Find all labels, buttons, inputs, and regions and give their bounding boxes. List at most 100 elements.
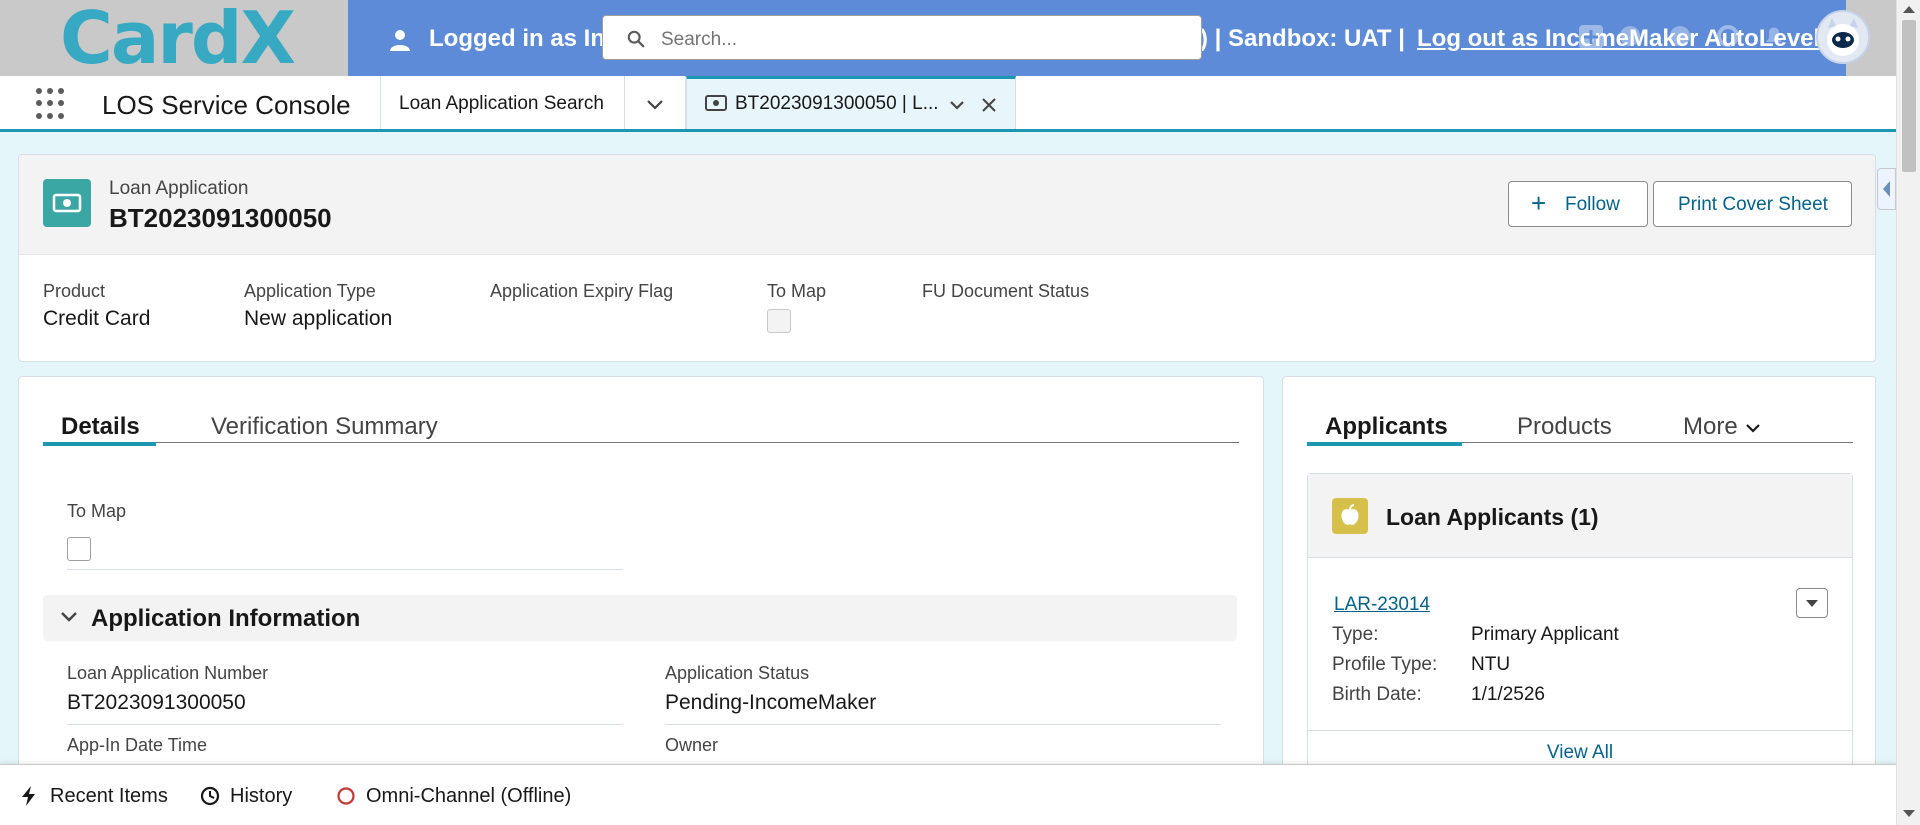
tab-details[interactable]: Details	[61, 413, 140, 441]
applicant-record-link[interactable]: LAR-23014	[1334, 594, 1430, 616]
tab-more[interactable]: More	[1683, 413, 1760, 441]
lightning-icon	[22, 786, 35, 806]
setup-gear-icon[interactable]	[1714, 22, 1742, 50]
related-tabset: Applicants Products More	[1307, 401, 1853, 446]
offline-status-icon	[337, 787, 355, 805]
utility-label: Recent Items	[50, 785, 168, 807]
field-value-loan-application-number: BT2023091300050	[67, 691, 246, 714]
field-divider	[67, 724, 623, 725]
scrollbar-thumb[interactable]	[1902, 20, 1916, 172]
utility-label: Omni-Channel (Offline)	[366, 785, 572, 807]
field-label-application-status: Application Status	[665, 663, 810, 683]
trailhead-icon[interactable]	[1616, 22, 1644, 50]
record-title: BT2023091300050	[109, 203, 332, 233]
page-scrollbar[interactable]	[1896, 0, 1920, 825]
field-value-application-status: Pending-IncomeMaker	[665, 691, 877, 714]
highlight-label-application-type: Application Type	[244, 281, 376, 301]
related-card: Applicants Products More Loan Applicants…	[1282, 376, 1876, 764]
row-label-birth-date: Birth Date:	[1332, 684, 1422, 705]
top-banner: CardX Logged in as Inc ) | Sandbox: UAT …	[0, 0, 1920, 76]
scroll-down-arrow-icon[interactable]	[1903, 810, 1915, 817]
chevron-down-icon	[61, 612, 77, 622]
object-type-label: Loan Application	[109, 178, 249, 199]
print-cover-sheet-button[interactable]: Print Cover Sheet	[1653, 181, 1852, 227]
help-icon[interactable]	[1666, 22, 1694, 50]
highlight-value-application-type: New application	[244, 307, 393, 330]
highlight-label-expiry-flag: Application Expiry Flag	[490, 281, 674, 301]
row-action-menu-button[interactable]	[1796, 588, 1828, 618]
astro-avatar-icon	[1827, 18, 1859, 56]
applicant-icon	[1332, 498, 1368, 534]
follow-button[interactable]: + Follow	[1508, 181, 1648, 227]
view-all-link[interactable]: View All	[1308, 742, 1852, 764]
utility-bar: Recent Items History Omni-Channel (Offli…	[0, 764, 1896, 825]
field-label-app-in-date-time: App-In Date Time	[67, 735, 208, 755]
cardx-logo: CardX	[60, 0, 296, 80]
tab-label: BT2023091300050 | L...	[735, 93, 939, 114]
search-icon	[627, 30, 645, 48]
more-label: More	[1683, 413, 1738, 440]
field-label-loan-application-number: Loan Application Number	[67, 663, 269, 683]
record-highlights-panel: Loan Application BT2023091300050 + Follo…	[18, 154, 1876, 362]
user-avatar[interactable]	[1816, 10, 1870, 64]
tab-label: Loan Application Search	[399, 93, 604, 114]
details-tabset: Details Verification Summary	[43, 401, 1239, 446]
loan-application-record-icon	[43, 179, 91, 227]
sandbox-text: ) | Sandbox: UAT |	[1200, 25, 1405, 52]
active-tab-indicator	[1307, 442, 1462, 446]
console-navigation-bar: LOS Service Console Loan Application Sea…	[0, 76, 1896, 132]
row-value-birth-date: 1/1/2526	[1471, 684, 1545, 705]
related-list-header: Loan Applicants (1)	[1308, 474, 1852, 558]
field-label-owner: Owner	[665, 735, 719, 755]
nav-menu-button[interactable]	[624, 76, 686, 129]
tab-products[interactable]: Products	[1517, 413, 1612, 441]
record-header: Loan Application BT2023091300050 + Follo…	[19, 155, 1875, 255]
logged-in-text: Logged in as Inc	[429, 25, 619, 52]
to-map-checkbox[interactable]	[67, 537, 91, 561]
chevron-down-icon	[647, 100, 663, 110]
user-icon	[390, 30, 410, 51]
row-value-profile-type: NTU	[1471, 654, 1511, 675]
money-icon	[52, 193, 82, 213]
loan-applicants-related-list: Loan Applicants (1) LAR-23014 Type: Prim…	[1307, 473, 1853, 764]
print-label: Print Cover Sheet	[1678, 194, 1828, 215]
utility-label: History	[230, 785, 293, 807]
active-tab-indicator	[43, 442, 156, 446]
field-divider	[665, 724, 1221, 725]
chevron-down-icon	[1745, 423, 1760, 433]
money-icon	[705, 95, 727, 111]
row-label-type: Type:	[1332, 624, 1379, 645]
apple-icon	[1341, 504, 1359, 525]
highlight-value-product: Credit Card	[43, 307, 151, 330]
tab-applicants[interactable]: Applicants	[1325, 413, 1448, 441]
tab-verification-summary[interactable]: Verification Summary	[211, 413, 438, 441]
utility-panel-toggle[interactable]	[1877, 168, 1896, 210]
highlight-label-product: Product	[43, 281, 106, 301]
add-icon[interactable]	[1576, 22, 1606, 52]
close-icon[interactable]	[981, 97, 997, 113]
field-divider	[67, 569, 623, 570]
follow-label: Follow	[1565, 194, 1620, 215]
row-value-type: Primary Applicant	[1471, 624, 1619, 645]
chevron-down-icon[interactable]	[949, 97, 965, 113]
scroll-up-arrow-icon[interactable]	[1903, 6, 1915, 13]
search-placeholder: Search...	[661, 29, 738, 50]
details-card: Details Verification Summary To Map Appl…	[18, 376, 1264, 764]
highlight-label-to-map: To Map	[767, 281, 827, 301]
record-page: Loan Application BT2023091300050 + Follo…	[0, 132, 1896, 764]
list-footer-divider	[1308, 730, 1852, 731]
related-list-title[interactable]: Loan Applicants (1)	[1386, 504, 1599, 531]
app-name: LOS Service Console	[102, 90, 351, 120]
tab-loan-application-search[interactable]: Loan Application Search	[380, 76, 624, 129]
notifications-bell-icon[interactable]	[1760, 22, 1788, 50]
row-label-profile-type: Profile Type:	[1332, 654, 1438, 675]
to-map-label: To Map	[67, 501, 127, 521]
to-map-checkbox	[767, 309, 791, 333]
section-title: Application Information	[91, 605, 361, 632]
application-information-section-header[interactable]: Application Information	[43, 595, 1237, 641]
global-search-input[interactable]: Search...	[602, 15, 1202, 60]
tab-loan-application-record[interactable]: BT2023091300050 | L...	[686, 76, 1016, 129]
app-launcher-icon[interactable]	[36, 88, 68, 120]
highlight-label-fu-document-status: FU Document Status	[922, 281, 1090, 301]
chevron-left-icon	[1883, 181, 1890, 197]
